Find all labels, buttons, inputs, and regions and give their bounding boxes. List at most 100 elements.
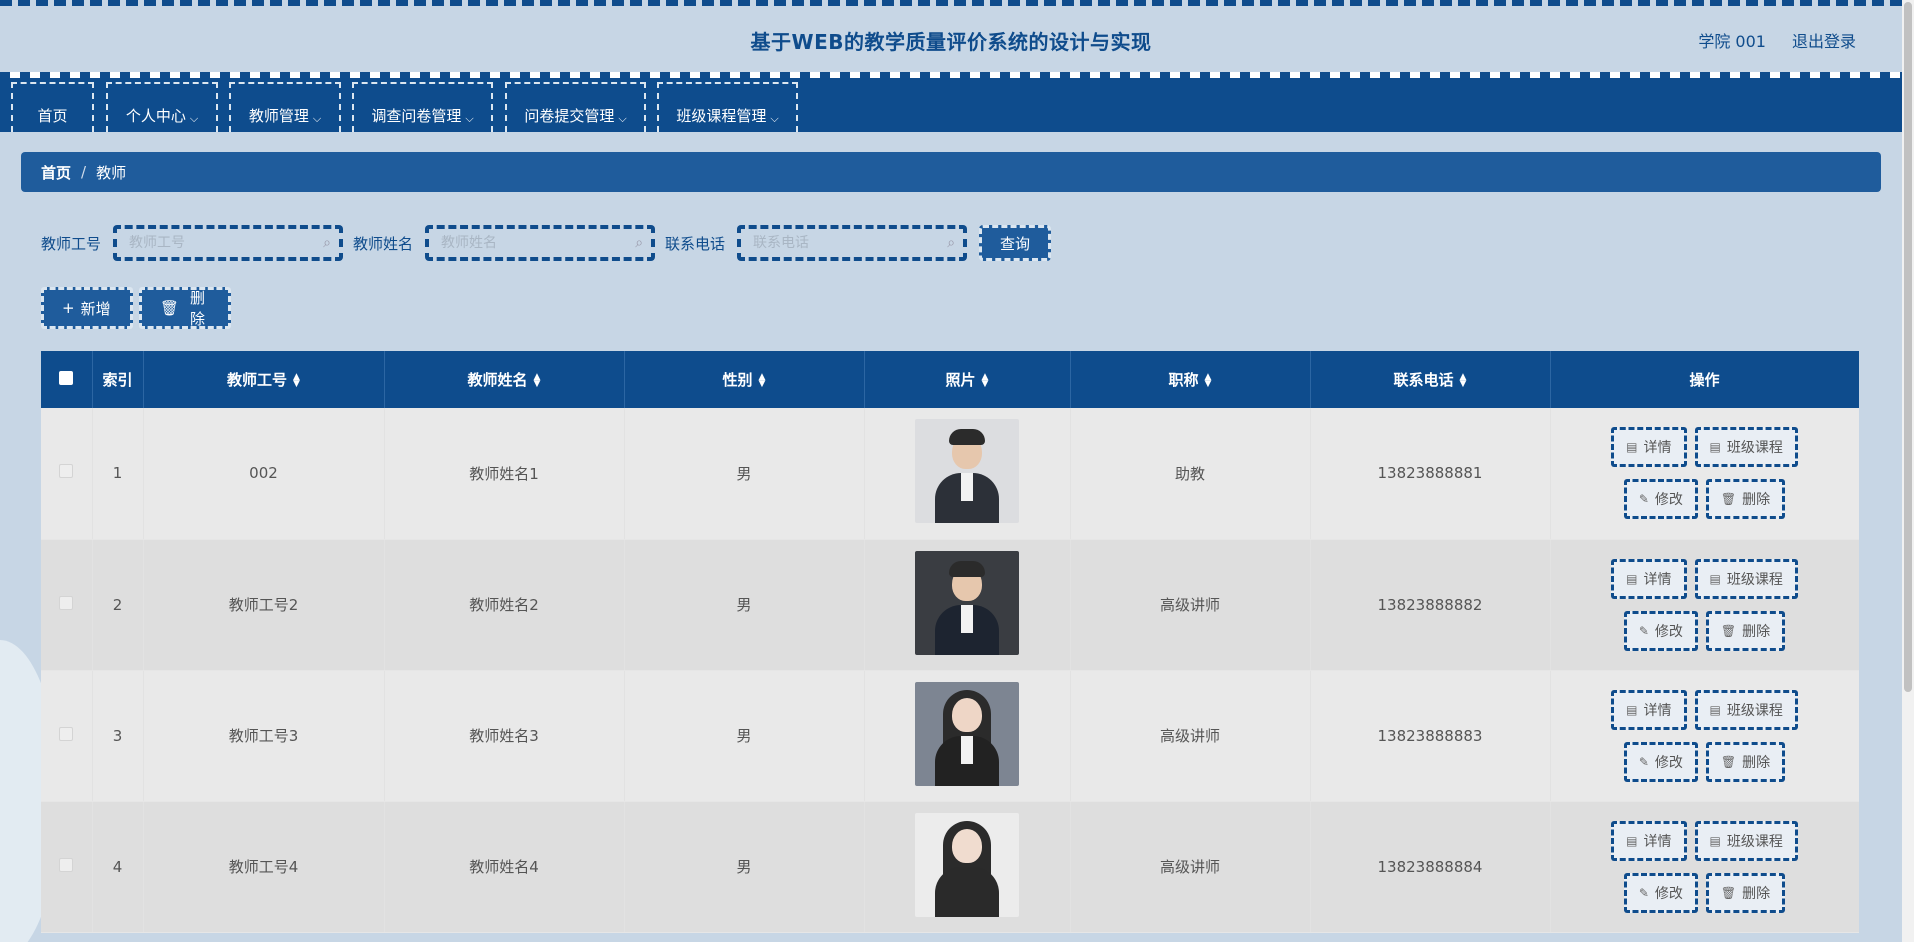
select-all-checkbox[interactable] [59, 370, 74, 385]
index-cell: 1 [92, 408, 144, 540]
delete-label: 删除 [190, 289, 206, 328]
column-header[interactable]: 教师工号 ▲ ▼ [143, 351, 385, 408]
column-label: 职称 [1168, 371, 1199, 389]
photo-shirt [961, 604, 973, 633]
photo-hair [949, 429, 985, 446]
detail-label: 详情 [1643, 833, 1672, 850]
trash-icon: 🗑 [1720, 885, 1737, 900]
trash-icon: 🗑 [1720, 492, 1737, 507]
sort-icon[interactable]: ▲ ▼ [982, 372, 989, 388]
batch-delete-button[interactable]: 🗑 删除 [139, 287, 231, 329]
operations-cell: ▤ 详情 ▤ 班级课程 ✎ 修改 🗑 删除 [1550, 670, 1859, 802]
chevron-down-icon: ⌵ [618, 112, 627, 125]
detail-button[interactable]: ▤ 详情 [1611, 689, 1687, 730]
teacher-id-input[interactable] [117, 229, 340, 257]
edit-button[interactable]: ✎ 修改 [1623, 741, 1698, 782]
detail-button[interactable]: ▤ 详情 [1611, 427, 1687, 468]
logout-link[interactable]: 退出登录 [1792, 28, 1856, 52]
teacher-photo[interactable] [915, 419, 1019, 524]
column-label: 性别 [722, 371, 753, 389]
delete-button[interactable]: 🗑 删除 [1705, 872, 1786, 913]
photo-cell [864, 539, 1071, 671]
teacher-name-search-box: ⌕ [425, 225, 656, 261]
class-course-button[interactable]: ▤ 班级课程 [1694, 558, 1798, 599]
teacher-id-search-box: ⌕ [113, 225, 344, 261]
sort-icon[interactable]: ▲ ▼ [534, 372, 541, 388]
teacher-photo[interactable] [915, 550, 1019, 655]
detail-button[interactable]: ▤ 详情 [1611, 820, 1687, 861]
add-button[interactable]: + 新增 [41, 287, 133, 329]
edit-button[interactable]: ✎ 修改 [1623, 610, 1698, 651]
row-actions-bottom: ✎ 修改 🗑 删除 [1623, 479, 1786, 520]
sort-icon[interactable]: ▲ ▼ [1205, 372, 1212, 388]
row-actions: ▤ 详情 ▤ 班级课程 ✎ 修改 🗑 删除 [1551, 558, 1859, 651]
column-label: 索引 [102, 371, 133, 389]
gender-cell: 男 [624, 539, 865, 671]
document-icon: ▤ [1626, 702, 1638, 717]
search-bar: 教师工号 ⌕ 教师姓名 ⌕ 联系电话 ⌕ 查询 [41, 225, 1052, 261]
trash-icon: 🗑 [1720, 754, 1737, 769]
class-course-label: 班级课程 [1726, 833, 1783, 850]
row-checkbox[interactable] [59, 726, 74, 741]
sort-icon[interactable]: ▲ ▼ [759, 372, 766, 388]
sort-icon[interactable]: ▲ ▼ [1460, 372, 1467, 388]
sort-icon[interactable]: ▲ ▼ [293, 372, 300, 388]
phone-cell: 13823888881 [1310, 408, 1551, 540]
class-course-button[interactable]: ▤ 班级课程 [1694, 820, 1798, 861]
detail-button[interactable]: ▤ 详情 [1611, 558, 1687, 599]
column-header[interactable]: 照片 ▲ ▼ [864, 351, 1071, 408]
phone-input[interactable] [741, 229, 964, 257]
index-cell: 2 [92, 539, 144, 671]
column-header[interactable]: 教师姓名 ▲ ▼ [384, 351, 625, 408]
class-course-button[interactable]: ▤ 班级课程 [1694, 427, 1798, 468]
edit-button[interactable]: ✎ 修改 [1623, 479, 1698, 520]
delete-button[interactable]: 🗑 删除 [1705, 610, 1786, 651]
row-actions: ▤ 详情 ▤ 班级课程 ✎ 修改 🗑 删除 [1551, 820, 1859, 913]
edit-button[interactable]: ✎ 修改 [1623, 872, 1698, 913]
index-cell: 3 [92, 670, 144, 802]
delete-button[interactable]: 🗑 删除 [1705, 479, 1786, 520]
column-label: 教师工号 [227, 371, 288, 389]
teacher-name-cell: 教师姓名3 [384, 670, 625, 802]
table-row: 3 教师工号3 教师姓名3 男 高级讲师 13823888883 ▤ 详情 ▤ 班级… [41, 670, 1859, 802]
detail-label: 详情 [1643, 702, 1672, 719]
row-checkbox[interactable] [59, 857, 74, 872]
breadcrumb: 首页 / 教师 [21, 152, 1881, 192]
phone-cell: 13823888883 [1310, 670, 1551, 802]
detail-label: 详情 [1643, 440, 1672, 457]
nav-item-teacher-management[interactable]: 教师管理 ⌵ [229, 82, 341, 132]
pencil-icon: ✎ [1638, 885, 1649, 900]
nav-item-home[interactable]: 首页 [11, 82, 94, 132]
teacher-photo[interactable] [915, 812, 1019, 917]
class-course-label: 班级课程 [1726, 571, 1783, 588]
nav-label: 调查问卷管理 [371, 107, 462, 125]
page-scrollbar[interactable] [1902, 0, 1914, 942]
user-name[interactable]: 学院 001 [1698, 28, 1766, 52]
detail-label: 详情 [1643, 571, 1672, 588]
table-header-row: 索引 教师工号 ▲ ▼ 教师姓名 ▲ ▼ 性别 ▲ ▼ 照片 ▲ ▼ 职称 ▲ ▼ 联系电话 ▲ ▼ 操… [41, 351, 1859, 408]
row-actions-bottom: ✎ 修改 🗑 删除 [1623, 741, 1786, 782]
nav-label: 个人中心 [125, 107, 186, 125]
class-course-button[interactable]: ▤ 班级课程 [1694, 689, 1798, 730]
row-checkbox[interactable] [59, 464, 74, 479]
edit-label: 修改 [1654, 885, 1683, 902]
breadcrumb-home[interactable]: 首页 [41, 162, 71, 183]
photo-cell [864, 670, 1071, 802]
nav-item-survey-management[interactable]: 调查问卷管理 ⌵ [352, 82, 493, 132]
search-label-teacher-id: 教师工号 [41, 234, 102, 253]
teacher-name-input[interactable] [429, 229, 652, 257]
query-button[interactable]: 查询 [979, 225, 1052, 261]
row-actions-bottom: ✎ 修改 🗑 删除 [1623, 872, 1786, 913]
header: 基于WEB的教学质量评价系统的设计与实现 学院 001 退出登录 [0, 0, 1902, 80]
delete-button[interactable]: 🗑 删除 [1705, 741, 1786, 782]
teacher-photo[interactable] [915, 681, 1019, 786]
scrollbar-thumb[interactable] [1904, 2, 1912, 692]
row-checkbox[interactable] [59, 595, 74, 610]
document-icon: ▤ [1626, 571, 1638, 586]
column-header[interactable]: 职称 ▲ ▼ [1070, 351, 1311, 408]
column-header[interactable]: 联系电话 ▲ ▼ [1310, 351, 1551, 408]
column-header[interactable]: 性别 ▲ ▼ [624, 351, 865, 408]
nav-item-class-course-management[interactable]: 班级课程管理 ⌵ [657, 82, 798, 132]
nav-item-submission-management[interactable]: 问卷提交管理 ⌵ [505, 82, 646, 132]
nav-item-personal-center[interactable]: 个人中心 ⌵ [106, 82, 218, 132]
